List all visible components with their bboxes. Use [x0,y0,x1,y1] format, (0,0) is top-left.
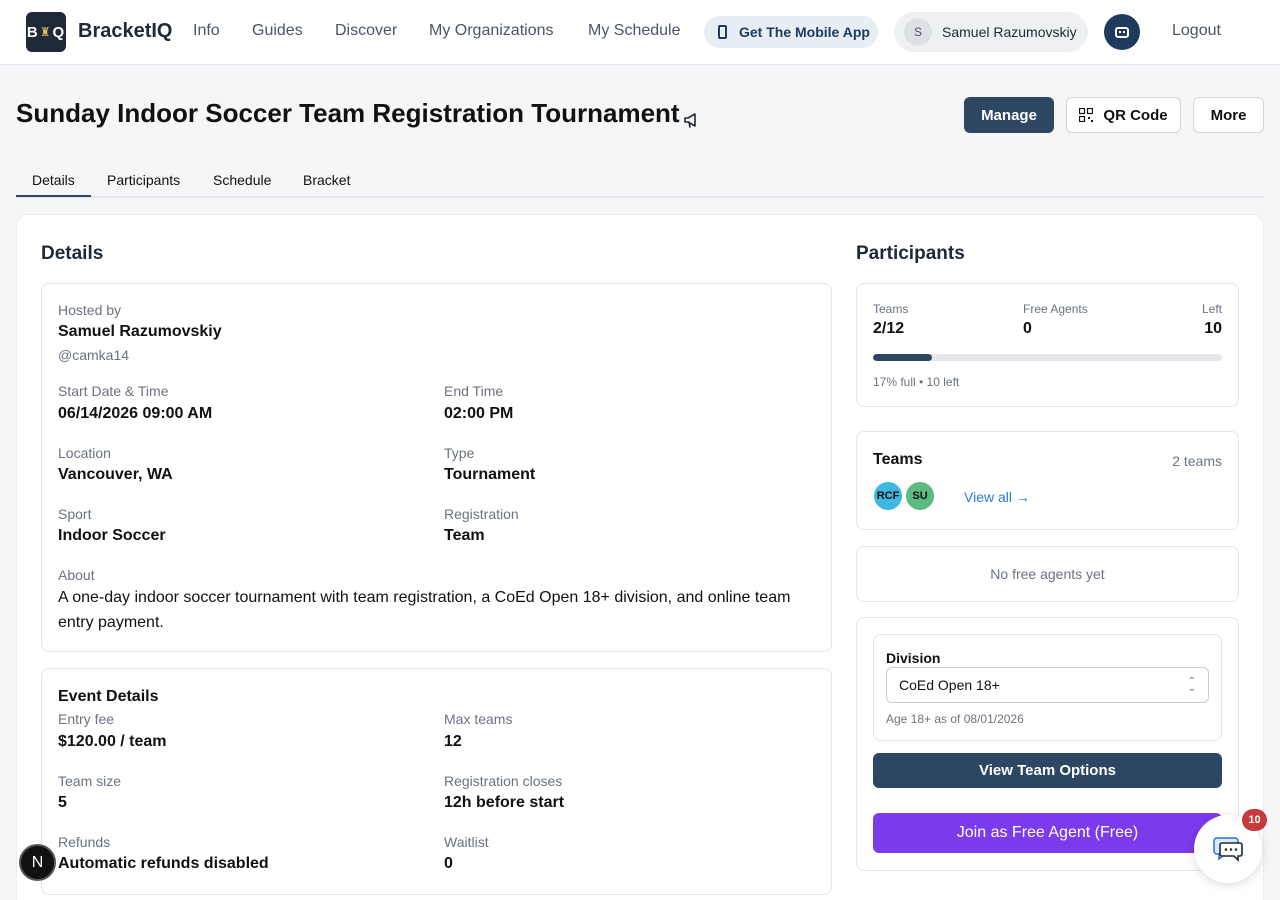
end-value: 02:00 PM [444,405,514,422]
teams-count: 2 teams [1172,453,1222,469]
registration-label: Registration [444,506,519,522]
phone-icon [718,25,727,39]
end-label: End Time [444,383,504,399]
brand-name[interactable]: BracketIQ [78,20,173,43]
sport-value: Indoor Soccer [58,527,166,544]
tab-bracket[interactable]: Bracket [303,172,350,188]
event-details-heading: Event Details [58,688,159,705]
select-chevron-icon: ⌃ ⌄ [1187,676,1196,694]
nav-link-my-organizations[interactable]: My Organizations [429,22,554,40]
event-details-box: Event Details Entry fee $120.00 / team M… [41,668,832,895]
registration-box: Division CoEd Open 18+ ⌃ ⌄ Age 18+ as of … [856,617,1239,871]
free-agents-label: Free Agents [1023,302,1088,316]
tab-schedule[interactable]: Schedule [213,172,271,188]
entry-fee-label: Entry fee [58,711,115,727]
chat-unread-badge: 10 [1242,809,1267,831]
refunds-label: Refunds [58,834,111,850]
participants-summary-box: Teams 2/12 Free Agents 0 Left 10 17% ful… [856,283,1239,407]
join-free-agent-button[interactable]: Join as Free Agent (Free) [873,813,1222,853]
location-value: Vancouver, WA [58,466,173,483]
waitlist-label: Waitlist [444,834,489,850]
tab-details[interactable]: Details [32,172,75,188]
page-title: Sunday Indoor Soccer Team Registration T… [16,98,680,128]
team-size-label: Team size [58,773,122,789]
active-tab-indicator [16,195,91,197]
more-button[interactable]: More [1193,97,1264,133]
teams-count-value: 2/12 [873,320,905,337]
waitlist-value: 0 [444,855,453,872]
hosted-by-label: Hosted by [58,302,122,318]
free-agents-box: No free agents yet [856,546,1239,602]
about-label: About [58,567,95,583]
mobile-app-label: Get The Mobile App [739,24,870,40]
about-text: A one-day indoor soccer tournament with … [58,589,791,631]
logo-letter-b: B [26,23,39,41]
participants-heading: Participants [856,243,965,264]
logo-letter-q: Q [52,23,66,41]
avatar: S [904,18,932,46]
nav-link-discover[interactable]: Discover [335,22,397,40]
nav-link-info[interactable]: Info [193,22,220,40]
start-label: Start Date & Time [58,383,169,399]
nav-link-guides[interactable]: Guides [252,22,303,40]
tab-participants[interactable]: Participants [107,172,180,188]
entry-fee-value: $120.00 / team [58,733,167,750]
teams-heading: Teams [873,451,923,468]
division-box: Division CoEd Open 18+ ⌃ ⌄ Age 18+ as of … [873,634,1222,741]
details-heading: Details [41,243,104,264]
main-card: Details Hosted by Samuel Razumovskiy @ca… [16,214,1264,900]
sport-label: Sport [58,506,92,522]
host-name[interactable]: Samuel Razumovskiy [58,323,222,341]
team-chip-rcf[interactable]: RCF [872,480,904,512]
reg-closes-label: Registration closes [444,773,563,789]
registration-value: Team [444,527,485,544]
view-all-teams-link[interactable]: View all → [964,489,1030,505]
capacity-progress-bar [873,354,1222,361]
teams-box: Teams 2 teams RCF SU View all → [856,431,1239,530]
megaphone-icon[interactable] [683,111,701,129]
max-teams-label: Max teams [444,711,513,727]
manage-button[interactable]: Manage [964,97,1054,133]
type-value: Tournament [444,466,536,483]
bracketiq-logo[interactable]: B ♜ Q [26,12,66,52]
max-teams-value: 12 [444,733,462,750]
top-nav: B ♜ Q BracketIQ Info Guides Discover My Or… [0,0,1280,65]
refunds-value: Automatic refunds disabled [58,855,269,872]
teams-count-label: Teams [873,302,909,316]
team-size-value: 5 [58,794,67,811]
host-handle: @camka14 [58,347,130,363]
left-value: 10 [1204,320,1222,337]
free-agents-value: 0 [1023,320,1032,337]
left-label: Left [1201,302,1222,316]
type-label: Type [444,445,475,461]
logo-accent-icon: ♜ [39,25,52,39]
reg-closes-value: 12h before start [444,794,565,811]
qr-code-label: QR Code [1103,106,1168,124]
location-label: Location [58,445,111,461]
robot-icon [1115,26,1129,38]
no-free-agents-text: No free agents yet [990,566,1105,582]
assistant-bot-button[interactable] [1104,14,1140,50]
qr-code-icon [1079,108,1094,122]
get-mobile-app-button[interactable]: Get The Mobile App [704,16,878,48]
chat-bubble-icon [1213,837,1243,862]
user-menu[interactable]: S Samuel Razumovskiy [894,12,1088,52]
division-note: Age 18+ as of 08/01/2026 [886,712,1024,726]
capacity-text: 17% full • 10 left [873,375,960,389]
qr-code-button[interactable]: QR Code [1066,97,1181,133]
team-chip-su[interactable]: SU [904,480,936,512]
capacity-progress-fill [873,354,933,361]
division-select[interactable]: CoEd Open 18+ ⌃ ⌄ [886,667,1209,703]
nav-link-my-schedule[interactable]: My Schedule [588,22,681,40]
division-label: Division [886,650,941,666]
user-name: Samuel Razumovskiy [942,24,1077,40]
start-value: 06/14/2026 09:00 AM [58,405,213,422]
view-team-options-button[interactable]: View Team Options [873,753,1222,788]
logout-link[interactable]: Logout [1172,22,1221,40]
details-box: Hosted by Samuel Razumovskiy @camka14 St… [41,283,832,652]
nextjs-dev-badge[interactable]: N [19,844,56,881]
division-selected-value: CoEd Open 18+ [899,677,1000,693]
tab-bar: Details Participants Schedule Bracket [16,162,1264,198]
